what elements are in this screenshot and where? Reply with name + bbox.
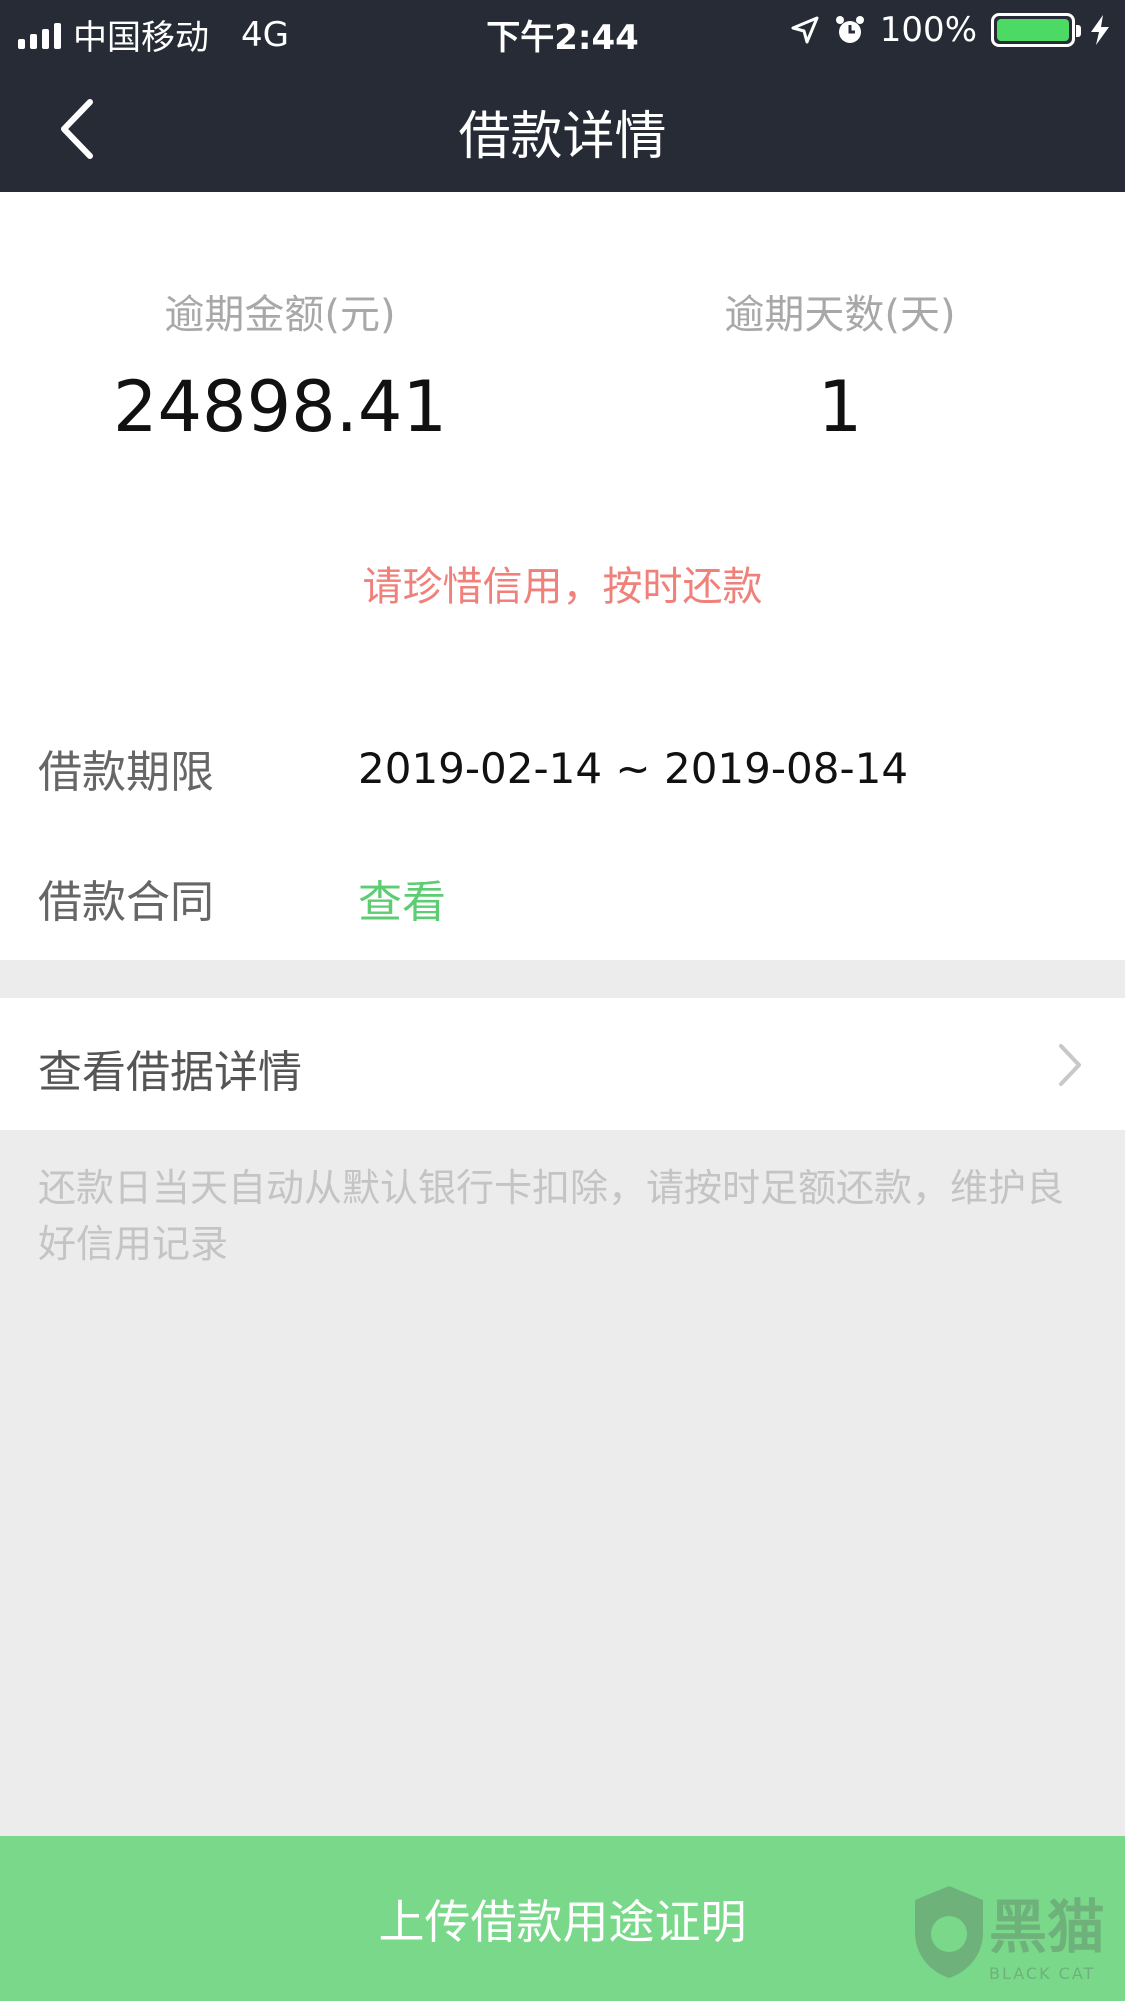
- loan-term-value: 2019-02-14 ~ 2019-08-14: [358, 743, 909, 793]
- overdue-days-block: 逾期天数(天) 1: [560, 282, 1120, 448]
- cat-shield-icon: [914, 1885, 983, 1978]
- charging-icon: [1091, 15, 1109, 45]
- watermark-subtitle: BLACK CAT: [988, 1964, 1096, 1983]
- black-cat-logo: 黑猫 BLACK CAT: [909, 1880, 1105, 1983]
- loan-contract-row: 借款合同 查看: [38, 868, 446, 928]
- chevron-right-icon: [1059, 1044, 1081, 1086]
- battery-icon: [991, 13, 1081, 47]
- overdue-amount-block: 逾期金额(元) 24898.41: [0, 282, 560, 448]
- watermark-title: 黑猫: [988, 1893, 1105, 1961]
- location-icon: [791, 16, 819, 44]
- overdue-amount-value: 24898.41: [112, 366, 447, 448]
- view-contract-link[interactable]: 查看: [358, 866, 446, 930]
- overdue-days-label: 逾期天数(天): [724, 292, 956, 338]
- loan-term-label: 借款期限: [38, 747, 214, 798]
- page-title: 借款详情: [458, 107, 667, 167]
- battery-percent: 100%: [879, 10, 977, 50]
- overdue-amount-label: 逾期金额(元): [164, 292, 396, 338]
- receipt-details-row[interactable]: 查看借据详情: [0, 998, 1125, 1130]
- loan-term-row: 借款期限 2019-02-14 ~ 2019-08-14: [38, 738, 909, 799]
- status-bar: 中国移动 4G 下午2:44 100%: [0, 0, 1125, 64]
- credit-tip: 请珍惜信用，按时还款: [362, 564, 763, 610]
- repayment-note: 还款日当天自动从默认银行卡扣除，请按时足额还款，维护良好信用记录: [38, 1166, 1065, 1266]
- alarm-icon: [835, 16, 864, 43]
- receipt-details-label: 查看借据详情: [38, 1047, 302, 1098]
- overdue-days-value: 1: [817, 366, 863, 448]
- loan-contract-label: 借款合同: [38, 877, 214, 928]
- nav-bar: 借款详情: [0, 64, 1125, 192]
- watermark-text-block: 黑猫 BLACK CAT: [989, 1880, 1105, 1983]
- overdue-summary-card: 逾期金额(元) 24898.41 逾期天数(天) 1 请珍惜信用，按时还款: [0, 192, 1125, 692]
- top-bar: 中国移动 4G 下午2:44 100% 借款详情: [0, 0, 1125, 192]
- status-right: 100%: [790, 10, 1111, 50]
